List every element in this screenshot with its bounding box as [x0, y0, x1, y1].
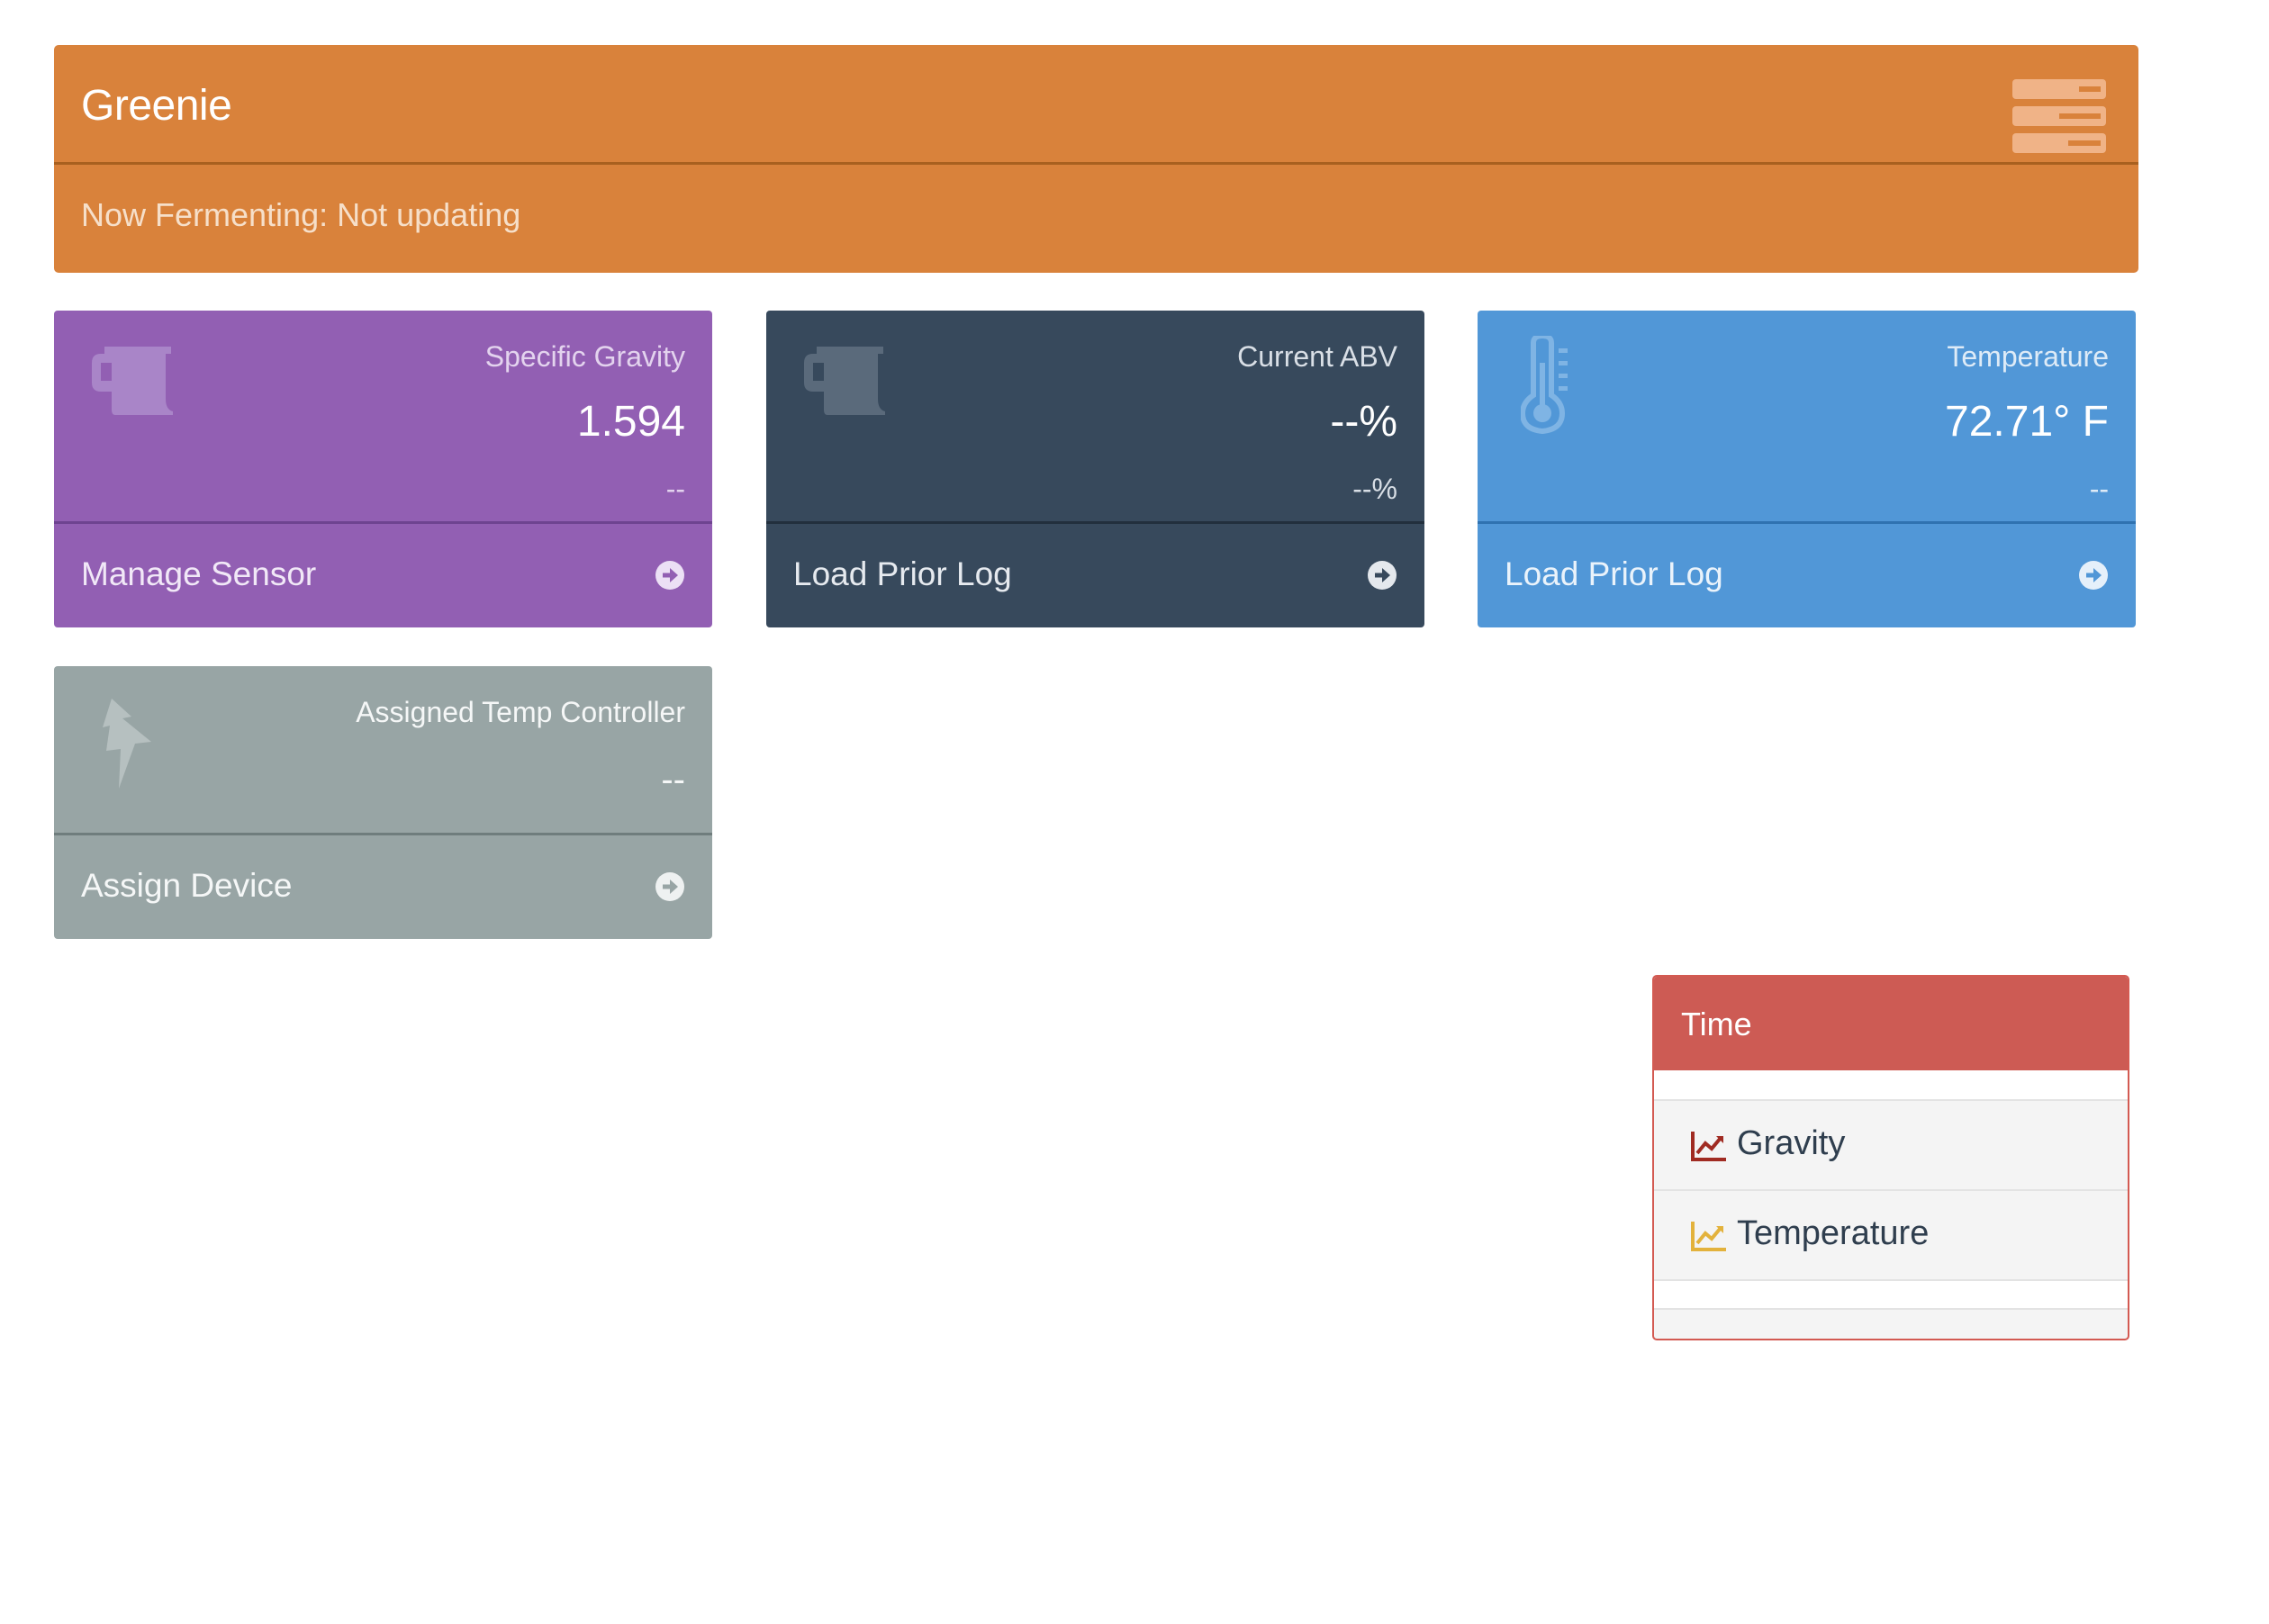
controller-value: --: [661, 760, 685, 799]
card-title: Assigned Temp Controller: [356, 696, 685, 728]
beer-mug-icon: [804, 347, 885, 415]
specific-gravity-card: Specific Gravity 1.594 -- Manage Sensor: [54, 311, 712, 627]
legend-spacer: [1654, 1070, 2128, 1101]
card-footer-label: Assign Device: [81, 867, 293, 904]
chart-series-legend: Time Gravity Temperature: [1652, 975, 2129, 1340]
lightning-bolt-icon: [103, 699, 151, 789]
temperature-subvalue: --: [2089, 473, 2109, 505]
fermenting-status: Now Fermenting: Not updating: [81, 196, 521, 233]
line-chart-icon: [1691, 1222, 1726, 1251]
batch-header-panel: Greenie Now Fermenting: Not updating: [54, 45, 2138, 273]
legend-item-temperature[interactable]: Temperature: [1654, 1191, 2128, 1281]
gravity-subvalue: --: [665, 473, 685, 505]
arrow-circle-right-icon: [2079, 561, 2108, 590]
legend-spacer: [1654, 1281, 2128, 1310]
manage-sensor-link[interactable]: Manage Sensor: [54, 524, 712, 627]
legend-label: Gravity: [1737, 1124, 1846, 1162]
arrow-circle-right-icon: [655, 561, 684, 590]
current-abv-card: Current ABV --% --% Load Prior Log: [766, 311, 1424, 627]
abv-value: --%: [1330, 398, 1397, 446]
card-body: Temperature 72.71° F --: [1478, 311, 2136, 524]
card-body: Assigned Temp Controller --: [54, 666, 712, 835]
card-title: Temperature: [1947, 340, 2109, 373]
card-footer-label: Manage Sensor: [81, 555, 317, 592]
temperature-value: 72.71° F: [1945, 398, 2109, 446]
gravity-value: 1.594: [576, 398, 685, 446]
temp-controller-card: Assigned Temp Controller -- Assign Devic…: [54, 666, 712, 939]
load-prior-log-link[interactable]: Load Prior Log: [766, 524, 1424, 627]
arrow-circle-right-icon: [1368, 561, 1397, 590]
legend-label: Temperature: [1737, 1214, 1930, 1252]
legend-title: Time: [1654, 977, 2128, 1070]
assign-device-link[interactable]: Assign Device: [54, 835, 712, 939]
arrow-circle-right-icon: [655, 872, 684, 901]
temperature-card: Temperature 72.71° F -- Load Prior Log: [1478, 311, 2136, 627]
batch-title: Greenie: [81, 82, 232, 130]
card-body: Current ABV --% --%: [766, 311, 1424, 524]
load-prior-log-link[interactable]: Load Prior Log: [1478, 524, 2136, 627]
abv-subvalue: --%: [1352, 473, 1397, 505]
thermometer-icon: [1521, 336, 1568, 435]
card-title: Specific Gravity: [484, 340, 685, 373]
legend-item-gravity[interactable]: Gravity: [1654, 1101, 2128, 1191]
line-chart-icon: [1691, 1132, 1726, 1161]
card-body: Specific Gravity 1.594 --: [54, 311, 712, 524]
card-footer-label: Load Prior Log: [793, 555, 1012, 592]
card-footer-label: Load Prior Log: [1505, 555, 1723, 592]
header-top: Greenie: [54, 45, 2138, 165]
beer-mug-icon: [92, 347, 173, 415]
page: Greenie Now Fermenting: Not updating Spe…: [0, 0, 2269, 1624]
card-title: Current ABV: [1237, 340, 1397, 373]
server-stack-icon[interactable]: [2011, 77, 2108, 155]
